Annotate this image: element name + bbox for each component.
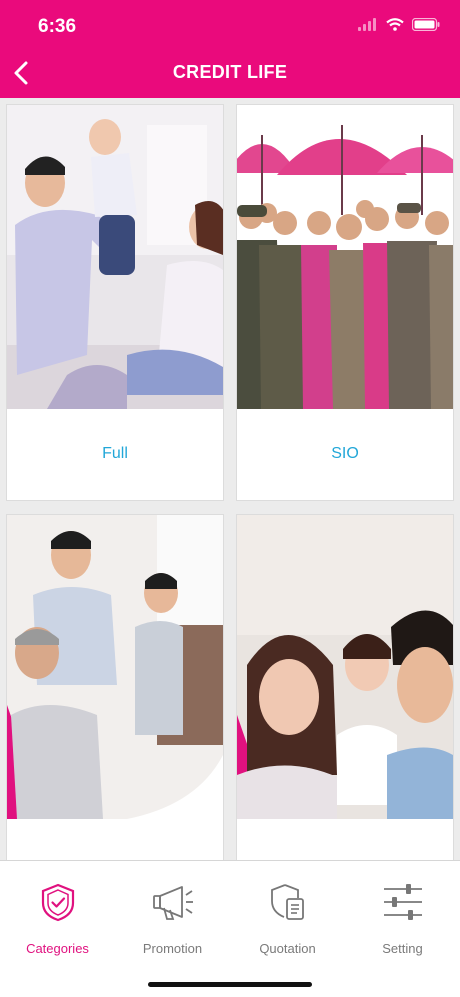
card-label: [7, 819, 223, 860]
card-image: [7, 105, 223, 409]
card-image: [7, 515, 223, 819]
tab-label: Setting: [382, 941, 423, 956]
tab-categories[interactable]: Categories: [0, 861, 115, 971]
battery-icon: [412, 18, 440, 31]
card-image: [237, 515, 453, 819]
shield-check-icon: [41, 883, 75, 922]
megaphone-icon: [153, 886, 193, 920]
card-image: [237, 105, 453, 409]
wifi-icon: [386, 18, 404, 31]
category-card-sio[interactable]: SIO: [236, 104, 454, 501]
category-card-4[interactable]: [236, 514, 454, 860]
sliders-icon: [384, 884, 422, 920]
status-time: 6:36: [38, 16, 77, 37]
card-label: SIO: [331, 445, 359, 462]
category-grid: Full SIO: [0, 98, 460, 860]
category-card-full[interactable]: Full: [6, 104, 224, 501]
signal-icon: [358, 18, 376, 31]
card-label: [237, 819, 453, 860]
family-photo: [7, 105, 223, 409]
couple-daughter-photo: [237, 515, 453, 819]
grandfather-family-photo: [7, 515, 223, 819]
card-label: Full: [102, 445, 128, 462]
officers-umbrellas-photo: [237, 105, 453, 409]
shield-document-icon: [271, 884, 304, 920]
tab-label: Categories: [26, 941, 89, 956]
tab-label: Promotion: [142, 941, 203, 956]
bottom-tab-bar: Categories Promotion Quotation Setting: [0, 860, 460, 997]
tab-promotion[interactable]: Promotion: [115, 861, 230, 971]
page-title: CREDIT LIFE: [172, 62, 288, 82]
app-header: 6:36 CREDIT LIFE: [0, 0, 460, 98]
status-icons: [358, 18, 440, 31]
category-card-3[interactable]: [6, 514, 224, 860]
home-indicator: [148, 982, 312, 987]
tab-label: Quotation: [259, 941, 316, 956]
tab-quotation[interactable]: Quotation: [230, 861, 345, 971]
tab-setting[interactable]: Setting: [345, 861, 460, 971]
